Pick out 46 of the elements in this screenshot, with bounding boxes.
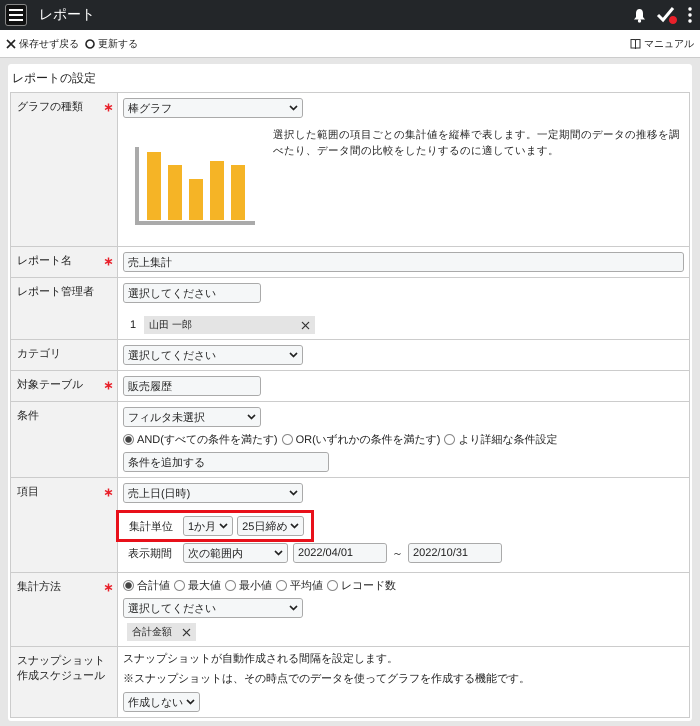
toolbar-button[interactable]: 保存せず戻る [6, 36, 79, 50]
field-label: カテゴリ [17, 347, 61, 362]
member-chip: 山田 一郎 [144, 316, 316, 334]
unit-label: 集計単位 [129, 520, 173, 534]
period-label: 表示期間 [128, 546, 172, 560]
field-label: 項目 [17, 485, 39, 500]
graph-type-select[interactable]: 棒グラフ [123, 98, 303, 118]
field-label: グラフの種類 [17, 100, 83, 115]
field-label: 対象テーブル [17, 378, 83, 393]
radio-option[interactable]: 平均値 [276, 578, 323, 593]
section-title: レポートの設定 [11, 70, 97, 87]
schedule-description: ※スナップショットは、その時点でのデータを使ってグラフを作成する機能です。 [123, 672, 530, 687]
period-select[interactable]: 次の範囲内 [183, 543, 288, 563]
radio-option[interactable]: 最大値 [174, 578, 221, 593]
tag-chip: 合計金額 [127, 623, 196, 641]
date-field[interactable]: 2022/04/01 [293, 543, 387, 563]
date-field[interactable]: 2022/10/31 [408, 543, 502, 563]
radio-option[interactable]: OR(いずれかの条件を満たす) [282, 432, 440, 447]
range-separator: ～ [392, 546, 403, 560]
input-field[interactable]: 売上集計 [123, 252, 684, 272]
radio-option[interactable]: レコード数 [327, 578, 396, 593]
unit-select[interactable]: 1か月 [183, 516, 234, 536]
input-field[interactable]: 選択してください [123, 283, 261, 303]
field-label: 集計方法 [17, 580, 61, 595]
member-index: 1 [130, 319, 136, 331]
field-label: レポート名 [17, 254, 72, 269]
radio-option[interactable]: 最小値 [225, 578, 272, 593]
page-title: レポート [39, 6, 95, 24]
item-select[interactable]: 売上日(日時) [123, 483, 303, 503]
schedule-select[interactable]: 作成しない [123, 692, 200, 712]
manual-link[interactable]: マニュアル [630, 36, 694, 50]
radio-option[interactable]: AND(すべての条件を満たす) [123, 432, 278, 447]
toolbar-button[interactable]: 更新する [85, 36, 138, 50]
schedule-description: スナップショットが自動作成される間隔を設定します。 [123, 652, 398, 667]
input-field: 販売履歴 [123, 376, 261, 396]
radio-option[interactable]: より詳細な条件設定 [444, 432, 558, 447]
field-label: 条件 [17, 409, 39, 424]
filter-select[interactable]: フィルタ未選択 [123, 407, 261, 427]
field-label: レポート管理者 [17, 285, 94, 300]
graph-description: 選択した範囲の項目ごとの集計値を縦棒で表します。一定期間のデータの推移を調べたり、データ間の比較をしたりするのに適しています。 [273, 128, 681, 159]
field-label: スナップショット作成スケジュール [17, 654, 106, 684]
field-select[interactable]: 選択してください [123, 598, 303, 618]
cutoff-select[interactable]: 25日締め [237, 516, 304, 536]
radio-option[interactable]: 合計値 [123, 578, 170, 593]
category-select[interactable]: 選択してください [123, 345, 303, 365]
add-condition-button[interactable]: 条件を追加する [123, 452, 329, 472]
